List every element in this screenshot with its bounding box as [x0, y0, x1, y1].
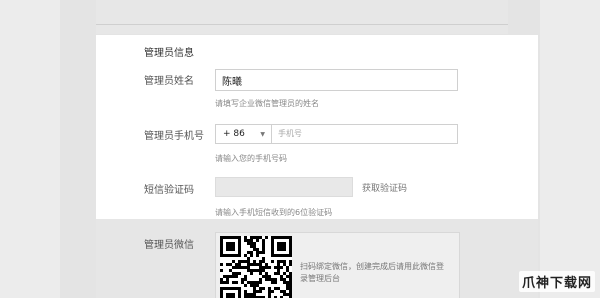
qr-instruction-text: 扫码绑定微信，创建完成后请用此微信登录管理后台 — [300, 262, 444, 283]
country-code-value: + 86 — [223, 129, 245, 139]
admin-name-input[interactable] — [215, 69, 458, 91]
top-band — [96, 0, 508, 34]
qr-code-image — [220, 236, 292, 298]
admin-name-help: 请填写企业微信管理员的姓名 — [215, 99, 319, 108]
get-code-button[interactable]: 获取验证码 — [362, 181, 407, 194]
phone-number-input[interactable] — [271, 124, 458, 144]
sms-code-help: 请输入手机短信收到的6位验证码 — [215, 208, 333, 217]
top-divider — [96, 24, 508, 25]
watermark-logo: 爪神下载网 — [518, 271, 595, 292]
admin-name-label: 管理员姓名 — [144, 76, 194, 87]
left-margin — [0, 0, 60, 298]
country-code-select[interactable]: + 86 ▼ — [215, 124, 271, 144]
admin-wechat-label: 管理员微信 — [144, 240, 194, 251]
chevron-down-icon: ▼ — [260, 130, 265, 138]
admin-phone-help: 请输入您的手机号码 — [215, 154, 287, 163]
sms-code-label: 短信验证码 — [144, 185, 194, 196]
right-margin — [540, 0, 600, 298]
sms-code-input[interactable] — [215, 177, 353, 197]
section-title: 管理员信息 — [144, 48, 194, 59]
admin-phone-label: 管理员手机号 — [144, 131, 204, 142]
